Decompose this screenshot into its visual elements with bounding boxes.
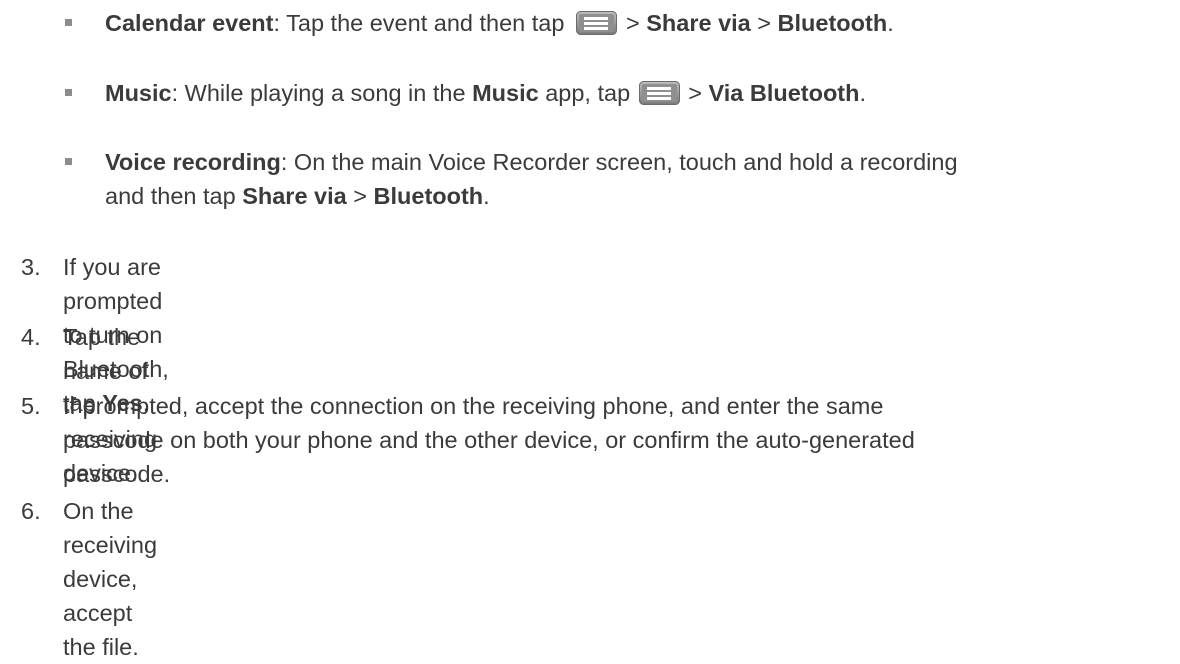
- step-4: 4. Tap the name of the receiving device.: [21, 320, 157, 486]
- item-label: Voice recording: [105, 149, 281, 175]
- step-6: 6. On the receiving device, accept the f…: [21, 494, 157, 660]
- item-label: Music: [105, 80, 172, 106]
- step-number: 5.: [21, 393, 41, 419]
- bullet-icon: [65, 89, 72, 96]
- menu-icon: [638, 81, 680, 105]
- step-number: 3.: [21, 254, 41, 280]
- manual-page: Calendar event: Tap the event and then t…: [0, 0, 1180, 660]
- bullet-icon: [65, 19, 72, 26]
- step-number: 4.: [21, 324, 41, 350]
- bullet-icon: [65, 158, 72, 165]
- menu-icon: [576, 11, 618, 35]
- list-item-music: Music: While playing a song in the Music…: [65, 76, 866, 110]
- list-item-calendar-event: Calendar event: Tap the event and then t…: [65, 6, 894, 40]
- step-5: 5. If prompted, accept the connection on…: [21, 389, 915, 487]
- step-number: 6.: [21, 498, 41, 524]
- step-3: 3. If you are prompted to turn on Blueto…: [21, 250, 169, 416]
- list-item-voice-recording: Voice recording: On the main Voice Recor…: [65, 145, 958, 213]
- item-label: Calendar event: [105, 10, 274, 36]
